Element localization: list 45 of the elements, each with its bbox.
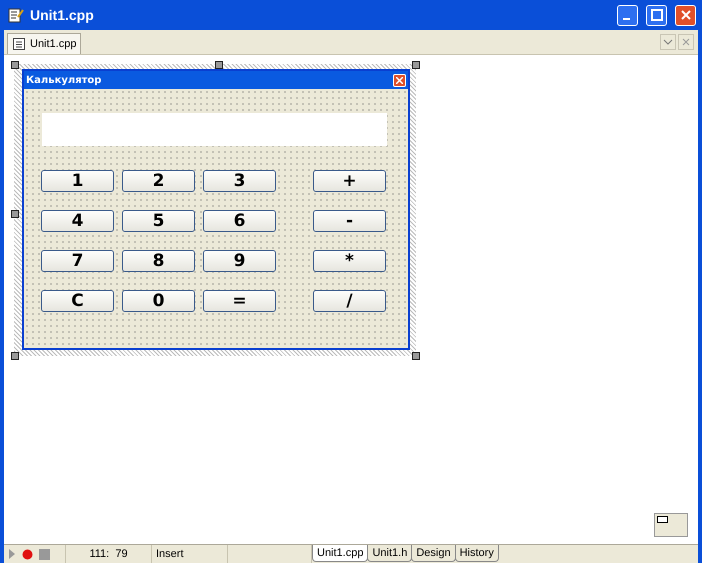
calculator-key[interactable]: + <box>313 170 386 192</box>
calculator-key[interactable]: C <box>41 290 114 312</box>
calculator-key[interactable]: 7 <box>41 250 114 272</box>
file-tab[interactable]: Unit1.cpp <box>7 33 82 54</box>
calculator-key[interactable]: 2 <box>122 170 195 192</box>
maximize-button[interactable] <box>646 4 667 26</box>
calculator-key[interactable]: 8 <box>122 250 195 272</box>
calculator-key[interactable]: 6 <box>203 210 276 232</box>
resize-handle[interactable] <box>412 61 420 69</box>
notepad-icon <box>8 7 24 23</box>
edit-mode: Insert <box>152 545 228 563</box>
window-title: Unit1.cpp <box>30 7 95 23</box>
maximize-icon <box>650 9 662 21</box>
calculator-key[interactable]: 9 <box>203 250 276 272</box>
view-tab[interactable]: Unit1.cpp <box>312 545 368 562</box>
form-title: Калькулятор <box>26 74 102 86</box>
display-field[interactable] <box>42 113 387 146</box>
minimize-button[interactable] <box>617 4 638 26</box>
calculator-key[interactable]: - <box>313 210 386 232</box>
dropdown-icon[interactable] <box>660 34 676 50</box>
resize-handle[interactable] <box>215 61 223 69</box>
form-close-button[interactable] <box>393 74 406 86</box>
record-icon[interactable] <box>22 548 33 560</box>
close-icon <box>680 9 692 21</box>
view-tab[interactable]: Design <box>411 545 456 562</box>
calculator-key[interactable]: * <box>313 250 386 272</box>
calculator-key[interactable]: 4 <box>41 210 114 232</box>
calculator-key[interactable]: 0 <box>122 290 195 312</box>
close-icon <box>396 76 403 84</box>
calculator-key[interactable]: / <box>313 290 386 312</box>
view-tab[interactable]: Unit1.h <box>367 545 412 562</box>
close-button[interactable] <box>675 4 696 26</box>
calculator-key[interactable]: 1 <box>41 170 114 192</box>
resize-handle[interactable] <box>11 352 19 360</box>
cursor-position: 111: 79 <box>66 545 152 563</box>
calculator-key[interactable]: 3 <box>203 170 276 192</box>
calculator-key[interactable]: = <box>203 290 276 312</box>
minimap-widget[interactable] <box>654 513 688 537</box>
view-tab[interactable]: History <box>454 545 499 562</box>
calculator-key[interactable]: 5 <box>122 210 195 232</box>
minimize-icon <box>623 18 630 20</box>
resize-handle[interactable] <box>11 210 19 218</box>
resize-handle[interactable] <box>11 61 19 69</box>
file-icon <box>12 37 26 51</box>
resize-handle[interactable] <box>412 352 420 360</box>
